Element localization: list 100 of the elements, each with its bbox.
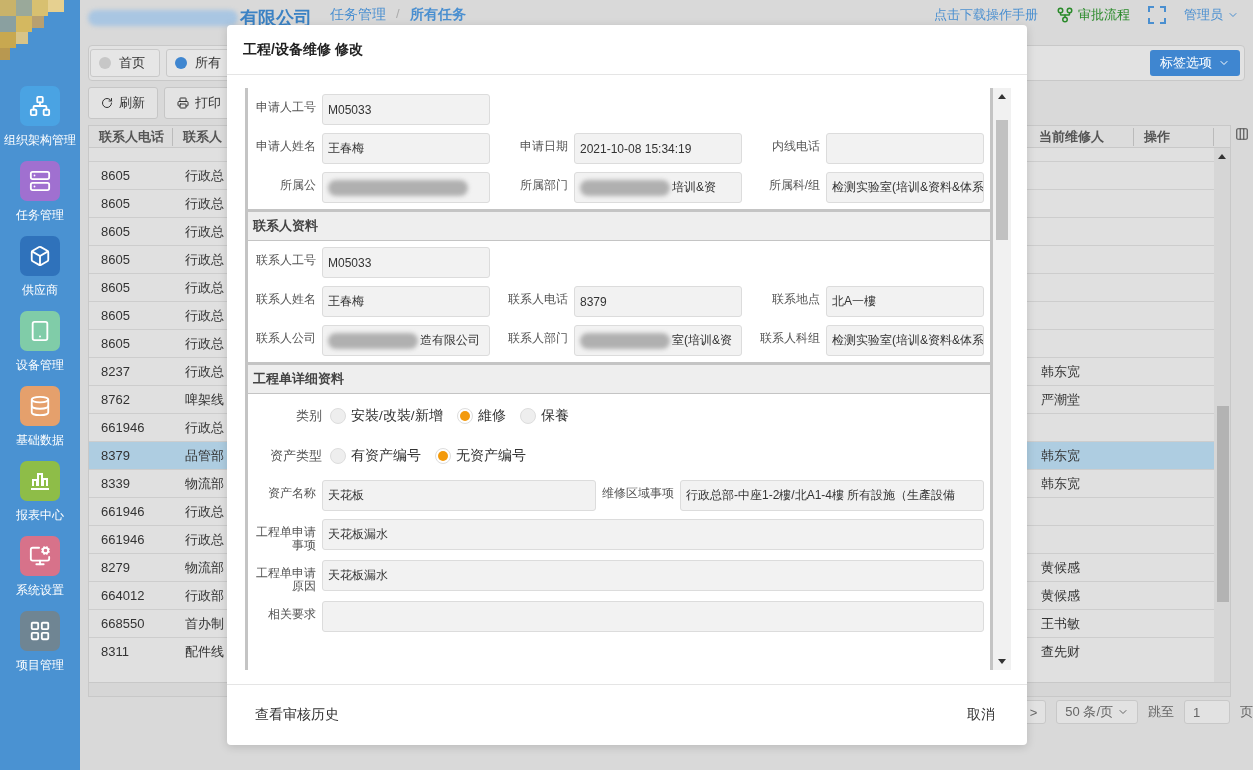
refresh-icon [101,97,113,109]
table-cell-text: 黄候感 [1040,558,1081,577]
radio-button[interactable] [456,408,473,424]
scroll-down-icon[interactable] [998,659,1006,664]
field-label: 联系人科组 [760,330,820,345]
table-cell-text: 物流部 [184,558,225,577]
table-cell-text: 行政总 [184,222,225,241]
table-cell-text: 664012 [100,588,146,603]
page-unit: 页 [1240,703,1253,721]
field-label: 维修区域事项 [602,485,674,500]
table-cell-text: 行政总 [184,250,225,269]
table-cell-text: 行政总 [184,418,225,437]
radio-button[interactable] [330,448,346,464]
field-label: 资产名称 [268,485,316,500]
input-field[interactable] [322,601,984,632]
table-cell-text: 啤架线 [184,390,225,409]
option-label: 无资产编号 [456,447,526,465]
column-header[interactable]: 操作 [1134,127,1214,146]
field-label: 工程单申请事项 [255,524,316,552]
field-label: 联系人公司 [256,330,316,345]
field-label: 所属公 [280,177,316,192]
cancel-button[interactable]: 取消 [957,700,1005,730]
table-cell-text: 8605 [100,224,131,239]
table-cell-text: 行政总 [184,278,225,297]
table-cell-text: 物流部 [184,474,225,493]
scrollbar[interactable] [993,88,1011,670]
server-icon [29,170,51,192]
field-label: 相关要求 [268,606,316,621]
radio-button[interactable] [435,448,451,464]
radio-button[interactable] [330,408,346,424]
radio-button[interactable] [519,408,536,424]
input-field[interactable]: 室(培训&资 [574,325,742,356]
table-cell-text: 8605 [100,252,131,267]
radio-option[interactable]: 維修 [456,407,506,425]
breadcrumb-separator: / [396,6,400,23]
table-cell-text: 首办制 [184,614,225,633]
input-field[interactable]: 检测实验室(培训&资料&体系 [826,325,984,356]
branch-icon [1056,6,1074,24]
input-field[interactable]: 培训&资 [574,172,742,203]
input-field[interactable]: 8379 [574,286,742,317]
field-label: 所属部门 [520,177,568,192]
table-cell-text: 行政总 [184,502,225,521]
input-field[interactable] [322,172,490,203]
input-field[interactable]: 2021-10-08 15:34:19 [574,133,742,164]
scrollbar-thumb[interactable] [1217,406,1229,602]
table-cell-text: 8605 [100,308,131,323]
radio-option[interactable]: 保養 [519,407,569,425]
input-field[interactable]: M05033 [322,94,490,125]
input-field[interactable]: 天花板 [322,480,596,511]
input-field[interactable]: M05033 [322,247,490,278]
table-cell-text: 661946 [100,532,146,547]
field-label: 工程单申请原因 [255,565,316,593]
input-field[interactable]: 北A一樓 [826,286,984,317]
toolbar-button[interactable]: 刷新 [88,87,158,119]
table-cell-text: 查先财 [1040,642,1081,661]
column-header[interactable]: 当前维修人 [1029,127,1134,146]
table-cell-text: 8339 [100,476,131,491]
radio-option[interactable]: 安裝/改裝/新增 [330,407,443,425]
columns-icon[interactable] [1235,127,1249,141]
grid-icon [29,620,51,642]
table-cell-text: 8237 [100,364,131,379]
table-cell-text: 严潮堂 [1040,390,1081,409]
page-input[interactable]: 1 [1184,700,1230,724]
field-label: 资产类型 [269,447,322,465]
input-field[interactable]: 行政总部-中座1-2樓/北A1-4樓 所有設施（生產設備 [680,480,984,511]
fullscreen-icon[interactable] [1148,6,1166,24]
input-field[interactable]: 造有限公司 [322,325,490,356]
field-label: 联系地点 [772,291,820,306]
scrollbar[interactable] [1214,148,1230,682]
table-cell-text: 品管部 [184,446,225,465]
tag-options-button[interactable]: 标签选项 [1150,50,1240,76]
org-chart-icon [29,95,51,117]
table-cell-text: 8605 [100,280,131,295]
history-button[interactable]: 查看审核历史 [245,700,349,730]
table-cell-text: 韩东宽 [1040,362,1081,381]
table-cell-text: 配件线 [184,642,225,661]
scroll-up-icon[interactable] [1218,154,1226,159]
page-size-select[interactable]: 50 条/页 [1056,700,1138,724]
radio-option[interactable]: 有资产编号 [330,447,421,465]
input-field[interactable] [826,133,984,164]
radio-option[interactable]: 无资产编号 [435,447,526,465]
input-field[interactable]: 天花板漏水 [322,519,984,550]
input-field[interactable]: 王春梅 [322,133,490,164]
table-cell-text: 661946 [100,504,146,519]
table-cell-text: 8605 [100,168,131,183]
dialog-title: 工程/设备维修 修改 [243,40,363,59]
page-tab[interactable]: 首页 [90,49,160,77]
scroll-up-icon[interactable] [998,94,1006,99]
input-field[interactable]: 王春梅 [322,286,490,317]
table-cell-text: 8379 [100,448,131,463]
option-label: 保養 [540,407,569,425]
option-label: 安裝/改裝/新增 [351,407,443,425]
column-header[interactable]: 联系人电话 [89,127,173,146]
table-cell-text: 行政总 [184,306,225,325]
input-field[interactable]: 天花板漏水 [322,560,984,591]
monitor-gear-icon [29,545,51,567]
device-icon [29,320,51,342]
table-cell-text: 韩东宽 [1040,446,1081,465]
scrollbar-thumb[interactable] [996,120,1008,240]
input-field[interactable]: 检测实验室(培训&资料&体系 [826,172,984,203]
